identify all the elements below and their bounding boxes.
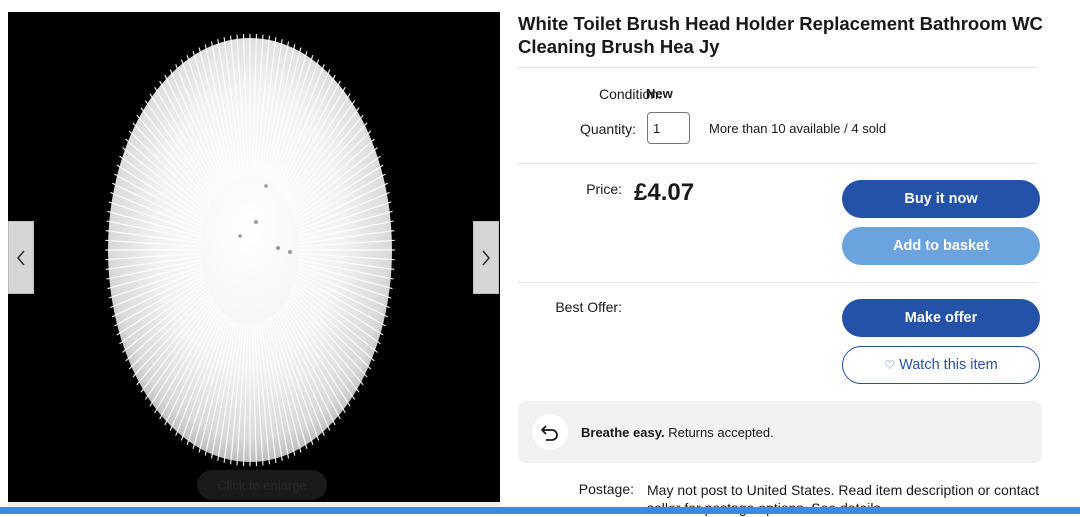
quantity-label: Quantity:	[579, 121, 636, 137]
postage-label: Postage:	[578, 481, 634, 497]
chevron-left-icon	[16, 249, 25, 266]
divider	[518, 163, 1038, 164]
make-offer-button[interactable]: Make offer	[842, 299, 1040, 337]
condition-label: Condition:	[598, 86, 662, 102]
best-offer-label: Best Offer:	[555, 299, 622, 315]
returns-text: Breathe easy. Returns accepted.	[581, 425, 774, 440]
divider	[518, 67, 1038, 68]
returns-detail: Returns accepted.	[668, 425, 774, 440]
returns-banner: Breathe easy. Returns accepted.	[518, 401, 1042, 463]
availability-text: More than 10 available / 4 sold	[709, 121, 887, 136]
returns-headline: Breathe easy.	[581, 425, 665, 440]
previous-image-button[interactable]	[8, 221, 34, 294]
quantity-input[interactable]	[647, 112, 690, 144]
browser-bottom-bar	[0, 507, 1080, 514]
watch-item-label: Watch this item	[899, 357, 998, 373]
heart-icon: ♡	[884, 358, 896, 372]
price-label: Price:	[586, 181, 622, 197]
chevron-right-icon	[482, 249, 491, 266]
divider	[518, 282, 1038, 283]
buy-it-now-button[interactable]: Buy it now	[842, 180, 1040, 218]
next-image-button[interactable]	[473, 221, 499, 294]
product-image[interactable]	[8, 12, 500, 502]
watch-item-button[interactable]: ♡ Watch this item	[842, 346, 1040, 384]
price-value: £4.07	[634, 179, 695, 206]
thumbnail-strip	[8, 502, 500, 506]
product-image-gallery[interactable]: Click to enlarge	[8, 12, 500, 502]
return-arrow-icon	[532, 414, 568, 450]
condition-value: New	[646, 86, 673, 101]
add-to-basket-button[interactable]: Add to basket	[842, 227, 1040, 265]
item-title: White Toilet Brush Head Holder Replaceme…	[518, 13, 1043, 57]
click-to-enlarge-hint[interactable]: Click to enlarge	[197, 470, 327, 500]
